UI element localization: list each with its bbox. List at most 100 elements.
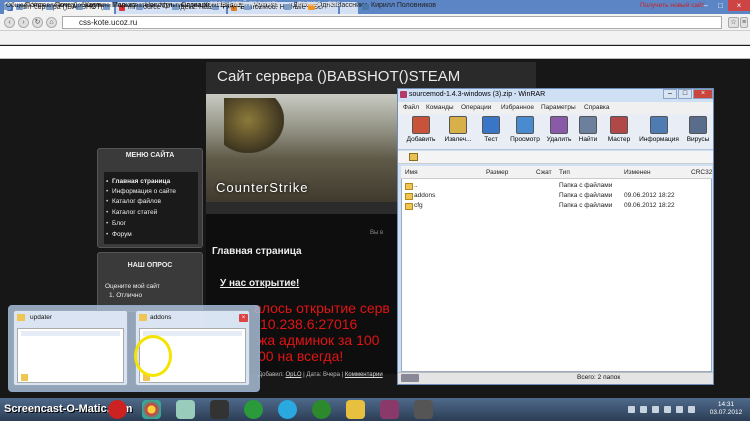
winrar-icon[interactable] (380, 400, 399, 419)
back-arrow-icon[interactable]: ‹ (4, 17, 15, 28)
info-button[interactable]: Информация (639, 116, 679, 143)
wrench-menu-icon[interactable]: ≡ (740, 17, 748, 28)
page-heading: Главная страница (212, 246, 302, 257)
reload-icon[interactable]: ↻ (32, 17, 43, 28)
virus-scan-button[interactable]: Вирусы (683, 116, 713, 143)
home-icon[interactable]: ⌂ (46, 17, 57, 28)
bookmark-label: Одноклассники (317, 2, 368, 9)
find-button[interactable]: Найти (571, 116, 605, 143)
winrar-window-controls: – □ × (662, 89, 713, 99)
winrar-title: sourcemod-1.4.3-windows (3).zip - WinRAR (409, 91, 546, 98)
menu-item-articles[interactable]: Каталог статей (106, 209, 157, 216)
menu-item-forum[interactable]: Форум (106, 231, 132, 238)
footer-added-by: Добавил: (258, 372, 284, 378)
ucoz-menu-manage[interactable]: Управление (32, 2, 68, 9)
menu-item-files[interactable]: Каталог файлов (106, 198, 161, 205)
menu-operations[interactable]: Операции (461, 104, 491, 111)
add-button[interactable]: Добавить (404, 116, 438, 143)
winrar-app-icon (400, 91, 407, 98)
maximize-icon[interactable]: □ (678, 89, 692, 99)
taskbar-clock[interactable]: 14:31 03.07.2012 (706, 401, 746, 417)
extract-button[interactable]: Извлеч... (441, 116, 475, 143)
clock-time: 14:31 (717, 401, 735, 408)
file-row[interactable]: cfg Папка с файлами 09.06.2012 18:22 (401, 202, 712, 212)
bookmark-item[interactable]: Кирилл Половников (362, 2, 436, 10)
ucoz-menu-multimedia[interactable]: Мультимедиа (160, 2, 201, 9)
menu-commands[interactable]: Команды (426, 104, 454, 111)
file-name: .. (414, 182, 418, 189)
close-window-icon[interactable]: × (693, 89, 713, 99)
network-icon[interactable] (652, 406, 659, 413)
ucoz-update-link[interactable]: Получить новый сайт (640, 2, 705, 9)
news-footer: Добавил: OpLO | Дата: Вчера | Комментари… (258, 372, 383, 378)
volume-icon[interactable] (676, 406, 683, 413)
menu-item-home[interactable]: Главная страница (106, 178, 170, 185)
menu-item-blog[interactable]: Блог (106, 220, 126, 227)
file-modified: 09.06.2012 18:22 (624, 192, 675, 199)
paint-icon[interactable] (176, 400, 195, 419)
menu-favorites[interactable]: Избранное (501, 104, 534, 111)
folder-icon (17, 314, 25, 321)
poll-heading: НАШ ОПРОС (127, 262, 173, 269)
folder-up-icon[interactable] (409, 153, 418, 161)
login-hint: Вы в (370, 230, 384, 236)
menu-options[interactable]: Параметры (541, 104, 576, 111)
column-modified[interactable]: Изменен (624, 169, 651, 176)
test-button[interactable]: Тест (474, 116, 508, 143)
skype-icon[interactable] (278, 400, 297, 419)
poll-box (97, 252, 203, 312)
column-name[interactable]: Имя (405, 169, 418, 176)
flag-icon[interactable] (664, 406, 671, 413)
maximize-icon[interactable]: □ (713, 0, 728, 11)
language-icon[interactable] (628, 406, 635, 413)
url-input[interactable]: css-kote.ucoz.ru (62, 16, 722, 29)
file-modified: 09.06.2012 18:22 (624, 202, 675, 209)
forward-arrow-icon[interactable]: › (18, 17, 29, 28)
address-bar-row: ‹ › ↻ ⌂ css-kote.ucoz.ru ☆ ≡ (0, 14, 750, 31)
record-icon[interactable] (108, 400, 127, 419)
column-packed[interactable]: Сжат (536, 169, 552, 176)
ucoz-menu-add[interactable]: Добавление (73, 2, 110, 9)
view-icon (516, 116, 534, 134)
nav-logout[interactable]: ВЫХОД (298, 2, 321, 8)
bookmarks-bar (0, 31, 750, 45)
news-title-link[interactable]: У нас открытие! (220, 278, 299, 289)
column-size[interactable]: Размер (486, 169, 508, 176)
footer-comments-link[interactable]: Комментарии (345, 372, 383, 378)
menu-file[interactable]: Файл (403, 104, 419, 111)
poll-option[interactable]: 1. Отлично (109, 292, 142, 299)
toolbar-label: Извлеч... (444, 136, 472, 143)
column-crc[interactable]: CRC32 (691, 169, 712, 176)
utorrent-icon[interactable] (312, 400, 331, 419)
preview-close-icon[interactable]: × (239, 314, 248, 322)
icq-icon[interactable] (244, 400, 263, 419)
vk-icon (362, 4, 369, 10)
column-type[interactable]: Тип (559, 169, 570, 176)
menu-item-about[interactable]: Информация о сайте (106, 188, 176, 195)
file-row[interactable]: addons Папка с файлами 09.06.2012 18:22 (401, 192, 712, 202)
chrome-icon[interactable] (142, 400, 161, 419)
view-button[interactable]: Просмотр (508, 116, 542, 143)
power-icon[interactable] (688, 406, 695, 413)
star-bookmark-icon[interactable]: ☆ (728, 17, 739, 28)
file-list-header (401, 166, 712, 179)
news-line: 10.238.6:27016 (260, 316, 358, 332)
nav-rss[interactable]: RSS (328, 2, 340, 8)
cursor-highlight (134, 335, 172, 377)
app-icon[interactable] (414, 400, 433, 419)
menu-help[interactable]: Справка (584, 104, 610, 111)
ucoz-menu-users[interactable]: Пользователи (113, 2, 155, 9)
explorer-icon[interactable] (346, 400, 365, 419)
wizard-button[interactable]: Мастер (602, 116, 636, 143)
close-window-icon[interactable]: × (728, 0, 750, 11)
bookmark-label: Кирилл Половников (371, 2, 436, 9)
tray-expand-icon[interactable] (640, 406, 647, 413)
winrar-path-bar (398, 151, 713, 164)
minimize-icon[interactable]: – (663, 89, 677, 99)
ucoz-menu-general[interactable]: Общее (6, 2, 27, 9)
nav-profile[interactable]: МОЙ ПРОФИЛЬ (233, 2, 280, 8)
footer-author-link[interactable]: OpLO (285, 372, 301, 378)
wizard-icon (610, 116, 628, 134)
steam-icon[interactable] (210, 400, 229, 419)
file-row[interactable]: .. Папка с файлами (401, 182, 712, 192)
